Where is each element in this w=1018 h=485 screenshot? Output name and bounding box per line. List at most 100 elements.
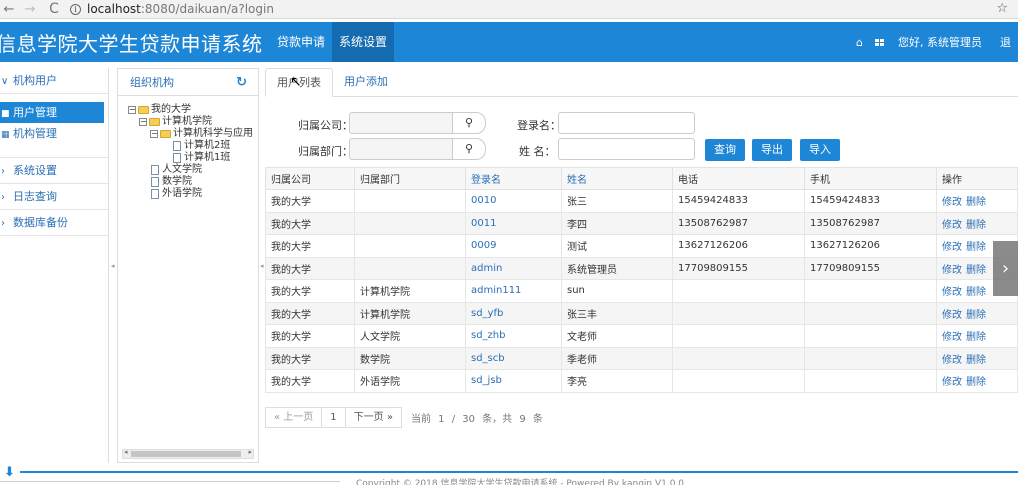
query-button[interactable]: 查询 [705, 139, 745, 161]
tree-node-label[interactable]: 计算机科学与应用 [173, 128, 253, 140]
tree-node-label[interactable]: 计算机2班 [184, 140, 230, 152]
cell-login-name[interactable]: admin111 [465, 279, 562, 303]
edit-link[interactable]: 修改 [942, 332, 962, 343]
tree-node[interactable]: − 计算机学院 [128, 116, 258, 128]
edit-link[interactable]: 修改 [942, 355, 962, 366]
cell-mobile [804, 279, 937, 303]
edit-link[interactable]: 修改 [942, 242, 962, 253]
cell-login-name[interactable]: admin [465, 256, 562, 280]
tab-user-add[interactable]: 用户添加 [333, 68, 399, 97]
cell-login-name[interactable]: 0010 [465, 189, 562, 213]
refresh-icon[interactable]: ↻ [236, 69, 247, 96]
tree-toggle-icon[interactable]: − [150, 130, 158, 138]
company-label: 归属公司： [298, 119, 353, 132]
login-name-input[interactable] [558, 112, 695, 134]
sidebar-group-org-users[interactable]: ∨ 机构用户 [0, 68, 108, 94]
tree-toggle-icon[interactable]: − [128, 106, 136, 114]
info-icon[interactable]: i [70, 3, 81, 15]
next-page-button[interactable]: 下一页 » [344, 407, 402, 428]
delete-link[interactable]: 删除 [966, 197, 986, 208]
forward-arrow-icon[interactable]: → [22, 2, 38, 17]
tree-node-label[interactable]: 计算机1班 [184, 152, 230, 164]
tree-node-label[interactable]: 外语学院 [162, 188, 202, 200]
sidebar-group-system-settings[interactable]: › 系统设置 [0, 158, 108, 184]
sidebar-group-log-query[interactable]: › 日志查询 [0, 184, 108, 210]
delete-link[interactable]: 删除 [966, 310, 986, 321]
scrollbar-thumb[interactable] [131, 451, 241, 457]
download-arrow-icon[interactable]: ⬇ [4, 465, 15, 480]
cell-login-name[interactable]: sd_yfb [465, 301, 562, 325]
sidebar-group-db-backup[interactable]: › 数据库备份 [0, 210, 108, 236]
delete-link[interactable]: 删除 [966, 242, 986, 253]
dept-input[interactable] [349, 138, 455, 160]
edit-link[interactable]: 修改 [942, 220, 962, 231]
col-company[interactable]: 归属公司 [265, 167, 355, 190]
nav-system-settings[interactable]: 系统设置 [332, 22, 395, 62]
address-bar[interactable]: i localhost:8080/daikuan/a?login [70, 0, 274, 19]
delete-link[interactable]: 删除 [966, 355, 986, 366]
import-button[interactable]: 导入 [800, 139, 840, 161]
delete-link[interactable]: 删除 [966, 332, 986, 343]
scroll-left-icon[interactable]: ◂ [124, 448, 128, 456]
tree-node[interactable]: − 计算机科学与应用 [128, 128, 258, 140]
tree-node[interactable]: − 我的大学 [128, 104, 258, 116]
prev-page-button[interactable]: « 上一页 [265, 407, 323, 428]
tree-node-label[interactable]: 数学院 [162, 176, 192, 188]
cell-name: 张三 [561, 189, 673, 213]
col-name[interactable]: 姓名 [561, 167, 673, 190]
delete-link[interactable]: 删除 [966, 287, 986, 298]
col-dept[interactable]: 归属部门 [354, 167, 466, 190]
company-input[interactable] [349, 112, 455, 134]
delete-link[interactable]: 删除 [966, 265, 986, 276]
delete-link[interactable]: 删除 [966, 220, 986, 231]
url-text[interactable]: localhost:8080/daikuan/a?login [87, 2, 274, 16]
horizontal-scrollbar[interactable]: ◂ ▸ [122, 448, 254, 459]
tree-node[interactable]: 外语学院 [128, 188, 258, 200]
export-button[interactable]: 导出 [752, 139, 792, 161]
cell-login-name[interactable]: sd_zhb [465, 324, 562, 348]
cell-login-name[interactable]: 0009 [465, 234, 562, 258]
tree-node-label[interactable]: 计算机学院 [162, 116, 212, 128]
document-icon [173, 141, 181, 151]
bookmark-star-icon[interactable]: ☆ [996, 1, 1008, 16]
tree-node[interactable]: 计算机2班 [128, 140, 258, 152]
sidebar-item-user-management[interactable]: ■ 用户管理 [0, 102, 104, 123]
tree-node-label[interactable]: 人文学院 [162, 164, 202, 176]
grid-menu-icon[interactable] [874, 38, 884, 46]
company-search-button[interactable]: ⚲ [452, 112, 486, 134]
tree-node[interactable]: 人文学院 [128, 164, 258, 176]
tree-toggle-icon[interactable]: − [139, 118, 147, 126]
cell-login-name[interactable]: sd_jsb [465, 369, 562, 393]
sidebar-collapse-handle[interactable]: ◂ [111, 262, 115, 270]
edit-link[interactable]: 修改 [942, 377, 962, 388]
tree-node-label[interactable]: 我的大学 [151, 104, 191, 116]
edit-link[interactable]: 修改 [942, 310, 962, 321]
cell-login-name[interactable]: sd_scb [465, 346, 562, 370]
user-greeting[interactable]: 您好, 系统管理员 [898, 34, 982, 50]
nav-loan-apply[interactable]: 贷款申请 [270, 22, 332, 62]
page-number[interactable]: 1 [321, 407, 346, 428]
back-arrow-icon[interactable]: ← [1, 2, 17, 17]
logout-link[interactable]: 退 [1000, 34, 1011, 50]
cell-phone: 13508762987 [672, 211, 805, 235]
search-icon: ⚲ [464, 116, 474, 129]
grid-icon: ▦ [1, 130, 10, 140]
next-arrow-icon[interactable]: › [993, 241, 1018, 296]
cell-login-name[interactable]: 0011 [465, 211, 562, 235]
reload-icon[interactable]: C [46, 1, 62, 17]
panel-collapse-handle[interactable]: ◂ [260, 262, 264, 270]
scroll-right-icon[interactable]: ▸ [248, 448, 252, 456]
tree-node[interactable]: 计算机1班 [128, 152, 258, 164]
home-icon[interactable]: ⌂ [856, 36, 863, 49]
tree-node[interactable]: 数学院 [128, 176, 258, 188]
chevron-right-icon: › [1, 218, 5, 229]
name-input[interactable] [558, 138, 695, 160]
dept-search-button[interactable]: ⚲ [452, 138, 486, 160]
edit-link[interactable]: 修改 [942, 197, 962, 208]
edit-link[interactable]: 修改 [942, 287, 962, 298]
sidebar-item-org-management[interactable]: ▦ 机构管理 [0, 123, 108, 144]
delete-link[interactable]: 删除 [966, 377, 986, 388]
edit-link[interactable]: 修改 [942, 265, 962, 276]
col-login-name[interactable]: 登录名 [465, 167, 562, 190]
cell-name: sun [561, 279, 673, 303]
